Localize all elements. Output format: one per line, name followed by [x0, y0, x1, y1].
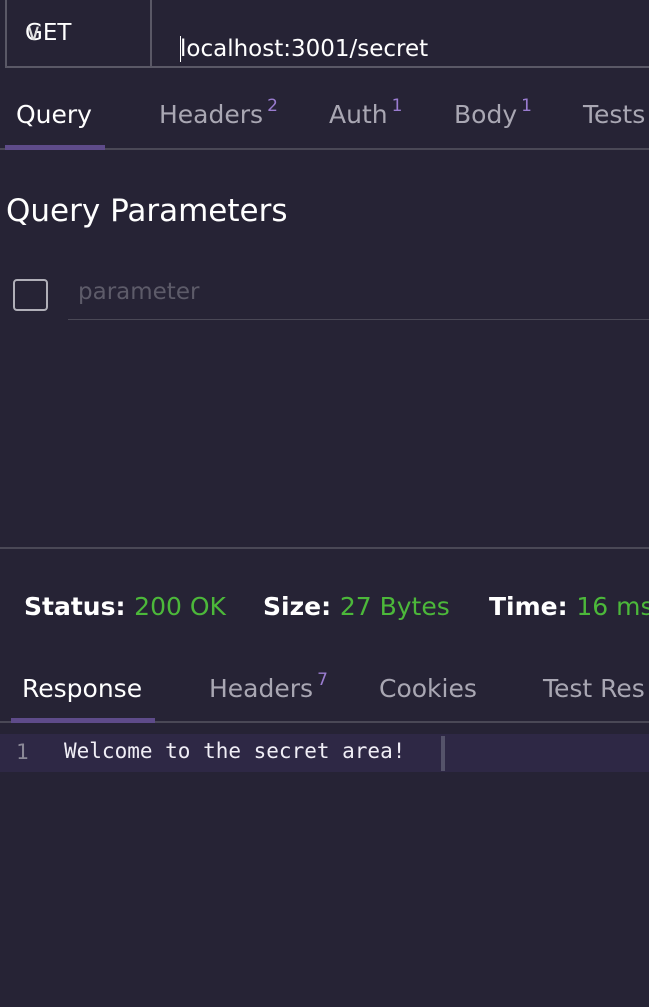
text-caret — [180, 36, 181, 62]
size-value: 27 Bytes — [339, 592, 450, 621]
tab-label: Headers — [209, 674, 314, 703]
size-label: Size: — [263, 592, 332, 621]
tab-body[interactable]: Body 1 — [454, 96, 532, 129]
time-label: Time: — [489, 592, 568, 621]
active-tab-indicator — [5, 145, 105, 150]
tab-count: 7 — [317, 670, 328, 690]
tab-label: Response — [22, 674, 143, 703]
request-tabs: Query Headers 2 Auth 1 Body 1 Tests — [0, 88, 649, 150]
tab-cookies[interactable]: Cookies — [379, 674, 477, 703]
parameter-input[interactable]: parameter — [68, 270, 649, 320]
tab-headers[interactable]: Headers 2 — [159, 96, 278, 129]
response-body[interactable]: Welcome to the secret area! — [64, 739, 405, 763]
tab-response[interactable]: Response — [22, 674, 142, 703]
size-readout: Size: 27 Bytes — [263, 592, 450, 621]
tab-label: Query — [16, 100, 92, 129]
tab-count: 1 — [391, 96, 403, 116]
time-value: 16 ms — [576, 592, 649, 621]
parameter-placeholder: parameter — [78, 279, 200, 305]
tab-count: 2 — [267, 96, 278, 116]
tab-response-headers[interactable]: Headers 7 — [209, 670, 328, 703]
panel-splitter[interactable] — [0, 547, 649, 549]
response-tabs: Response Headers 7 Cookies Test Res — [0, 662, 649, 723]
url-value: localhost:3001/secret — [180, 36, 429, 62]
section-title: Query Parameters — [6, 193, 288, 229]
param-checkbox[interactable] — [13, 279, 48, 311]
status-label: Status: — [24, 592, 126, 621]
tab-query[interactable]: Query — [16, 100, 92, 129]
chevron-down-icon: ∨ — [25, 20, 42, 46]
line-number: 1 — [16, 740, 29, 764]
editor-caret — [441, 736, 445, 771]
status-value: 200 OK — [134, 592, 226, 621]
tab-label: Test Res — [543, 674, 645, 703]
tab-label: Auth — [329, 100, 388, 129]
active-tab-indicator — [11, 718, 155, 723]
tab-label: Cookies — [379, 674, 477, 703]
tab-label: Headers — [159, 100, 264, 129]
tab-auth[interactable]: Auth 1 — [329, 96, 402, 129]
tab-label: Tests — [583, 100, 646, 129]
url-input[interactable]: localhost:3001/secret — [150, 0, 649, 68]
tab-label: Body — [454, 100, 518, 129]
tab-test-results[interactable]: Test Res — [543, 674, 645, 703]
tab-count: 1 — [521, 96, 532, 116]
status-readout: Status: 200 OK — [24, 592, 226, 621]
tab-tests[interactable]: Tests — [583, 100, 645, 129]
method-select[interactable]: GET ∨ — [5, 0, 151, 68]
time-readout: Time: 16 ms — [489, 592, 649, 621]
